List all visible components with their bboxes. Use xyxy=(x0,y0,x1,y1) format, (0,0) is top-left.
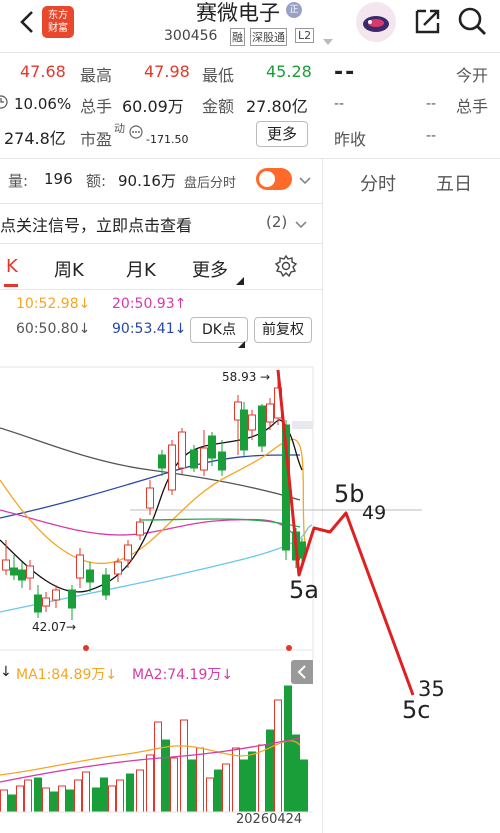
volume-bar xyxy=(154,721,162,813)
volume-bar xyxy=(258,744,266,813)
volume-bar xyxy=(300,759,308,813)
volume-bar xyxy=(116,779,124,813)
volume-bar xyxy=(170,757,178,813)
volume-bar xyxy=(74,779,82,813)
volume-bar xyxy=(146,754,154,813)
volume-bar xyxy=(58,785,66,813)
volume-bar xyxy=(34,777,42,813)
volume-bar xyxy=(232,747,240,813)
volume-bar xyxy=(24,779,32,813)
volume-bar xyxy=(240,759,248,813)
volume-bar xyxy=(188,759,196,813)
volume-bar xyxy=(50,791,58,813)
wave-5c-value: 35 xyxy=(418,677,445,701)
volume-bar xyxy=(206,777,214,813)
volume-bar xyxy=(108,785,116,813)
volume-bar xyxy=(214,769,222,813)
volume-bar xyxy=(274,699,282,813)
volume-bar xyxy=(180,719,188,813)
volume-bar xyxy=(100,777,108,813)
volume-bar xyxy=(162,739,170,813)
volume-bar xyxy=(196,747,204,813)
volume-bar xyxy=(126,773,134,813)
volume-bar xyxy=(284,685,292,813)
wave-5b-value: 49 xyxy=(362,502,387,524)
volume-bar xyxy=(82,771,90,813)
volume-bar xyxy=(136,769,144,813)
volume-bar xyxy=(8,794,16,813)
volume-bar xyxy=(266,729,274,813)
volume-bar xyxy=(66,789,74,813)
volume-bar xyxy=(248,751,256,813)
volume-bar xyxy=(222,763,230,813)
date-label: 20260424 xyxy=(236,812,303,827)
volume-chart xyxy=(0,685,313,813)
wave-5b-label: 5b xyxy=(334,480,365,508)
volume-bar xyxy=(42,787,50,813)
volume-bar xyxy=(16,785,24,813)
volume-bar xyxy=(292,734,300,813)
volume-bar xyxy=(92,787,100,813)
volume-bar xyxy=(0,789,8,813)
